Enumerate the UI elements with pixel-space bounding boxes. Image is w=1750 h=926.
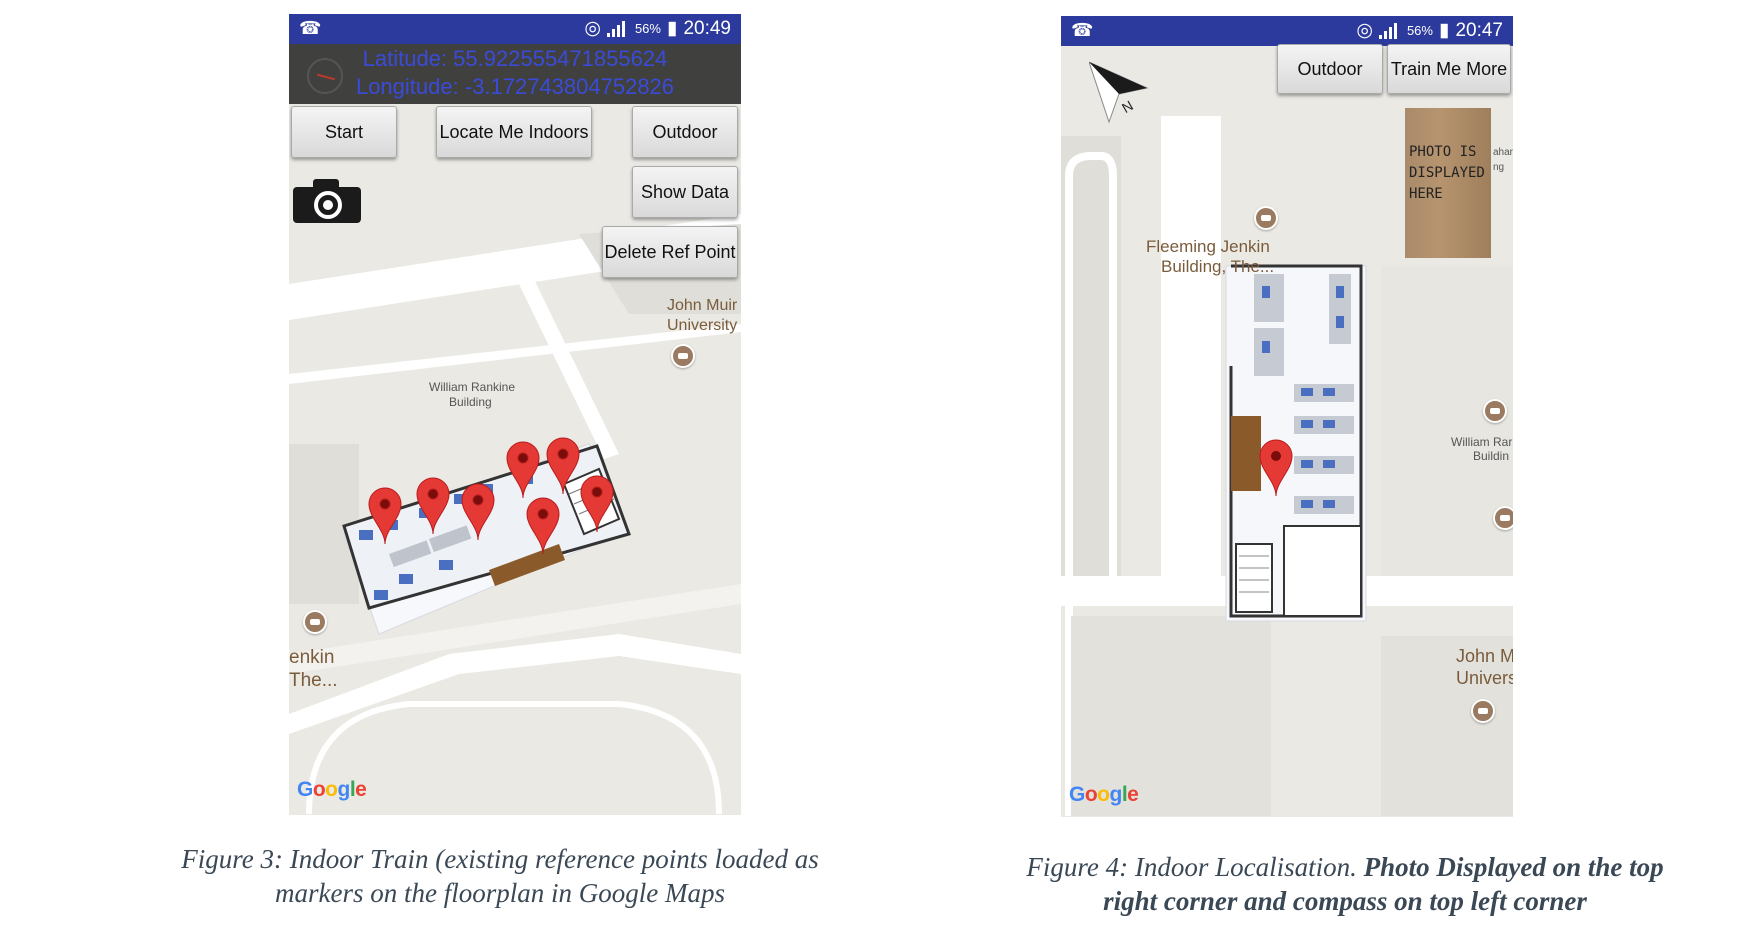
google-logo: Google (297, 778, 367, 801)
poi-icon[interactable] (1493, 506, 1513, 530)
battery-icon: ▮ (666, 18, 678, 39)
map-label-university: University (667, 317, 738, 334)
figure4-caption-bold1: Photo Displayed on the top (1363, 852, 1664, 882)
outdoor-button[interactable]: Outdoor (632, 106, 738, 158)
figure3-caption-line1: Figure 3: Indoor Train (existing referen… (181, 844, 819, 874)
battery-percent: 56% (1406, 23, 1433, 38)
map-label-partial-2: ng (1493, 162, 1505, 173)
status-bar: ☎ ◎ 56% ▮ 20:47 (1061, 16, 1513, 46)
start-button[interactable]: Start (291, 106, 397, 158)
notification-icon: ☎ (1071, 20, 1094, 40)
wifi-icon: ◎ (584, 18, 601, 39)
battery-icon: ▮ (1438, 20, 1450, 41)
notification-icon: ☎ (299, 18, 322, 38)
map-label-building: Building (449, 395, 492, 409)
map-label-buildin: Buildin (1473, 449, 1510, 463)
map-label-fleeming-jenkin: Fleeming Jenkin (1146, 237, 1270, 256)
svg-text:N: N (1119, 97, 1136, 116)
map-label-partial-1: ahar (1493, 147, 1513, 158)
map-label-john-m: John M (1456, 646, 1513, 666)
show-data-button[interactable]: Show Data (632, 166, 738, 218)
signal-icon (1378, 22, 1401, 39)
camera-icon[interactable] (293, 179, 361, 223)
jenkin-poi-icon[interactable] (303, 610, 327, 634)
figure3-phone-screenshot: ☎ ◎ 56% ▮ 20:49 Latitude: 55.92255547185… (289, 14, 741, 815)
latitude-text: Latitude: 55.922555471855624 (362, 46, 668, 71)
map-label-john-muir: John Muir (667, 297, 738, 314)
compass-icon: N (1089, 62, 1149, 124)
figure4-caption-bold2: right corner and compass on top left cor… (1103, 886, 1587, 916)
figure3-caption-line2: markers on the floorplan in Google Maps (275, 878, 725, 908)
figure3-caption: Figure 3: Indoor Train (existing referen… (130, 842, 870, 910)
university-poi-icon[interactable] (671, 344, 695, 368)
location-photo: PHOTO IS DISPLAYED HERE (1405, 108, 1491, 258)
outdoor-button[interactable]: Outdoor (1277, 44, 1383, 94)
signal-icon (606, 20, 629, 37)
status-bar: ☎ ◎ 56% ▮ 20:49 (289, 14, 741, 44)
figure4-phone-screenshot: ☎ ◎ 56% ▮ 20:47 N Outdoor Train Me More … (1061, 16, 1513, 817)
locate-me-indoors-button[interactable]: Locate Me Indoors (436, 106, 592, 158)
clock: 20:47 (1455, 19, 1503, 41)
figure4-caption-plain: Figure 4: Indoor Localisation. (1026, 852, 1357, 882)
google-logo: Google (1069, 783, 1139, 806)
delete-ref-point-button[interactable]: Delete Ref Point (602, 226, 738, 278)
map-label-building-the: Building, The... (1161, 257, 1275, 276)
floorplan-overlay (1225, 264, 1367, 622)
map-label-william-rar: William Rar (1451, 435, 1513, 449)
william-rankine-poi-icon[interactable] (1483, 399, 1507, 423)
wifi-icon: ◎ (1356, 20, 1373, 41)
train-me-more-button[interactable]: Train Me More (1387, 44, 1511, 94)
longitude-text: Longitude: -3.172743804752826 (355, 74, 675, 99)
map-label-univers: Univers (1456, 668, 1513, 688)
coordinate-readout: Latitude: 55.922555471855624 Longitude: … (289, 44, 741, 104)
fleeming-jenkin-poi-icon[interactable] (1254, 206, 1278, 230)
figure4-caption: Figure 4: Indoor Localisation. Photo Dis… (985, 850, 1705, 918)
john-muir-poi-icon[interactable] (1471, 699, 1495, 723)
battery-percent: 56% (634, 21, 661, 36)
map-label-william-rankine: William Rankine (429, 380, 516, 394)
clock: 20:49 (683, 17, 731, 39)
map-label-the: The... (289, 670, 338, 691)
map-label-jenkin: enkin (289, 647, 335, 668)
